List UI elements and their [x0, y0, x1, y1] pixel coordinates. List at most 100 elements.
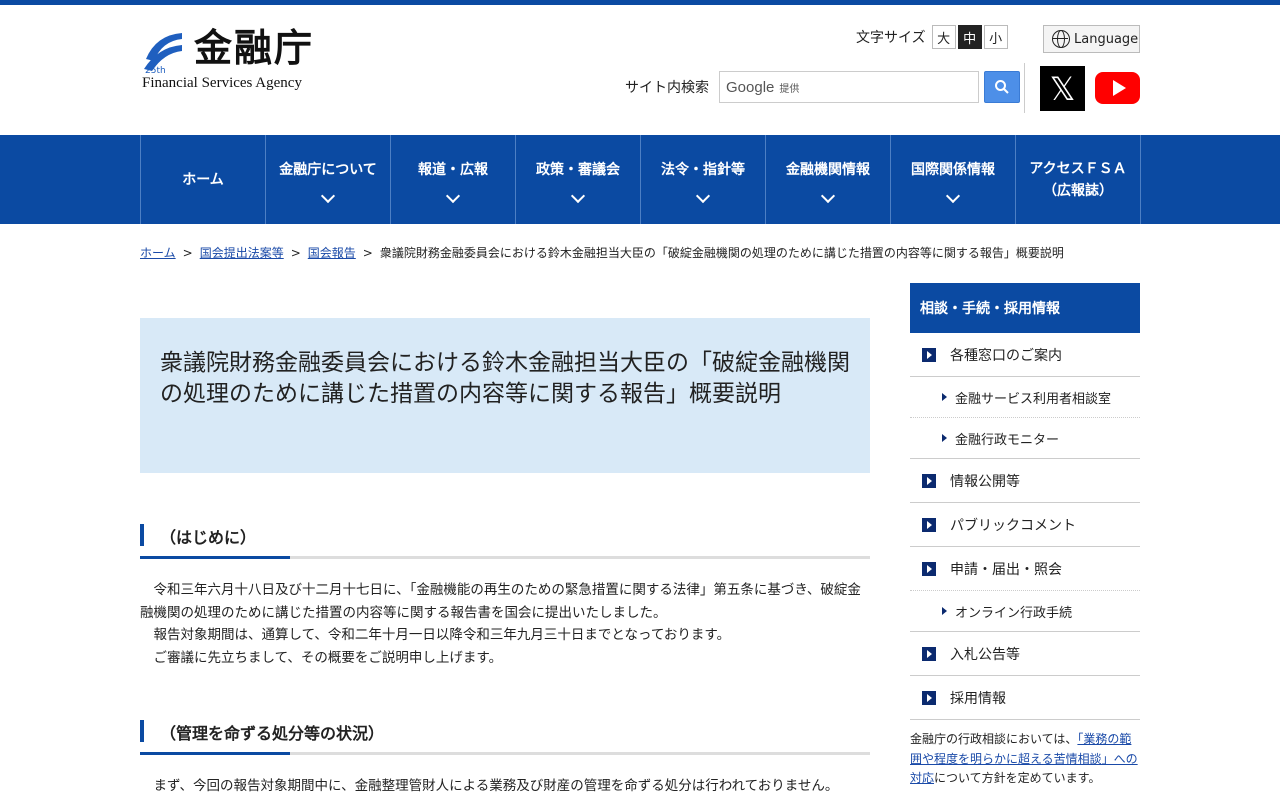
- language-button[interactable]: Language: [1043, 25, 1140, 53]
- triangle-right-icon: [942, 434, 947, 442]
- arrow-square-icon: [922, 473, 936, 488]
- nav-label: 金融機関情報: [786, 161, 870, 178]
- sidebar-note-prefix: 金融庁の行政相談においては、: [910, 732, 1078, 746]
- search-input[interactable]: Google 提供: [719, 71, 979, 103]
- paragraph: ご審議に先立ちまして、その概要をご説明申し上げます。: [153, 649, 503, 666]
- sidebar-note-suffix: について方針を定めています。: [934, 771, 1101, 785]
- globe-icon: [1052, 30, 1070, 48]
- breadcrumb-link-home[interactable]: ホーム: [140, 246, 176, 260]
- sidebar-item-recruit[interactable]: 採用情報: [910, 676, 1140, 720]
- sidebar-item-label: 採用情報: [950, 690, 1006, 707]
- sidebar-item-label: 各種窓口のご案内: [950, 347, 1062, 364]
- breadcrumb: ホーム > 国会提出法案等 > 国会報告 > 衆議院財務金融委員会における鈴木金融担当大臣の…: [140, 244, 1064, 261]
- site-search: サイト内検索 Google 提供: [625, 71, 1020, 103]
- section-heading: （管理を命ずる処分等の状況）: [140, 717, 870, 755]
- nav-label: 報道・広報: [418, 161, 488, 178]
- sidebar-item-label: 入札公告等: [950, 646, 1020, 663]
- chevron-down-icon: [695, 188, 711, 203]
- section-heading: （はじめに）: [140, 521, 870, 559]
- breadcrumb-current: 衆議院財務金融委員会における鈴木金融担当大臣の「破綻金融機関の処理のために講じた…: [379, 246, 1064, 260]
- heading-underline: [140, 556, 870, 559]
- search-provider-suffix: 提供: [779, 83, 800, 95]
- nav-label: 金融庁について: [279, 161, 377, 178]
- sidebar-note: 金融庁の行政相談においては、「業務の範囲や程度を明らかに超える苦情相談」への対応…: [910, 730, 1140, 789]
- sidebar-item-label: 申請・届出・照会: [950, 561, 1062, 578]
- nav-item-about[interactable]: 金融庁について: [266, 135, 391, 224]
- nav-item-international[interactable]: 国際関係情報: [891, 135, 1016, 224]
- breadcrumb-link-reports[interactable]: 国会報告: [308, 246, 356, 260]
- sidebar-item-disclosure[interactable]: 情報公開等: [910, 459, 1140, 503]
- page-title: 衆議院財務金融委員会における鈴木金融担当大臣の「破綻金融機関の処理のために講じた…: [160, 350, 850, 407]
- section-body: まず、今回の報告対象期間中に、金融整理管財人による業務及び財産の管理を命ずる処分…: [140, 775, 870, 798]
- section-body: 令和三年六月十八日及び十二月十七日に、「金融機能の再生のための緊急措置に関する法…: [140, 579, 870, 669]
- search-button[interactable]: [984, 71, 1020, 103]
- breadcrumb-separator: >: [362, 246, 373, 260]
- nav-item-access-fsa[interactable]: アクセスＦＳＡ （広報誌）: [1016, 135, 1141, 224]
- section-heading-text: （はじめに）: [160, 528, 257, 547]
- nav-label: ホーム: [182, 171, 224, 188]
- fsa-emblem-icon: 25th: [144, 33, 182, 73]
- x-twitter-icon[interactable]: 𝕏: [1040, 66, 1085, 111]
- search-label: サイト内検索: [625, 80, 709, 96]
- paragraph: 令和三年六月十八日及び十二月十七日に、「金融機能の再生のための緊急措置に関する法…: [140, 582, 861, 621]
- logo-english-text: Financial Services Agency: [142, 75, 302, 91]
- chevron-down-icon: [445, 188, 461, 203]
- sidebar-subitem-monitor[interactable]: 金融行政モニター: [910, 418, 1140, 459]
- paragraph: 報告対象期間は、通算して、令和二年十月一日以降令和三年九月三十日までとなっており…: [153, 627, 731, 643]
- nav-label: 法令・指針等: [661, 161, 745, 178]
- triangle-right-icon: [942, 393, 947, 401]
- heading-accent-bar: [140, 720, 144, 742]
- nav-item-institutions[interactable]: 金融機関情報: [766, 135, 891, 224]
- language-label: Language: [1074, 31, 1139, 47]
- triangle-right-icon: [942, 607, 947, 615]
- header-divider: [1024, 63, 1025, 113]
- font-size-switcher: 文字サイズ 大 中 小: [856, 25, 1008, 49]
- sidebar-subitem-consultation[interactable]: 金融サービス利用者相談室: [910, 377, 1140, 418]
- font-size-small-button[interactable]: 小: [983, 25, 1008, 49]
- sidebar-item-applications[interactable]: 申請・届出・照会: [910, 547, 1140, 591]
- nav-item-press[interactable]: 報道・広報: [391, 135, 516, 224]
- search-provider-google: Google: [726, 78, 775, 96]
- arrow-square-icon: [922, 646, 936, 661]
- sidebar-subitem-label: 金融行政モニター: [955, 432, 1060, 448]
- breadcrumb-separator: >: [290, 246, 301, 260]
- sidebar-item-label: パブリックコメント: [950, 517, 1076, 534]
- youtube-icon[interactable]: [1095, 72, 1140, 104]
- nav-label: 国際関係情報: [911, 161, 995, 178]
- nav-label: 政策・審議会: [536, 161, 620, 178]
- section-heading-text: （管理を命ずる処分等の状況）: [160, 724, 385, 743]
- sidebar-item-label: 情報公開等: [950, 473, 1020, 490]
- paragraph: まず、今回の報告対象期間中に、金融整理管財人による業務及び財産の管理を命ずる処分…: [153, 778, 839, 794]
- logo-japanese-text: 金融庁: [194, 25, 315, 70]
- page-title-box: 衆議院財務金融委員会における鈴木金融担当大臣の「破綻金融機関の処理のために講じた…: [140, 318, 870, 473]
- arrow-square-icon: [922, 517, 936, 532]
- breadcrumb-link-bills[interactable]: 国会提出法案等: [200, 246, 284, 260]
- breadcrumb-separator: >: [182, 246, 193, 260]
- sidebar-heading: 相談・手続・採用情報: [910, 283, 1140, 333]
- nav-item-laws[interactable]: 法令・指針等: [641, 135, 766, 224]
- nav-label: アクセスＦＳＡ （広報誌）: [1029, 160, 1127, 199]
- sidebar-subitem-label: 金融サービス利用者相談室: [955, 391, 1112, 407]
- sidebar-item-windows[interactable]: 各種窓口のご案内: [910, 333, 1140, 377]
- chevron-down-icon: [320, 188, 336, 203]
- arrow-square-icon: [922, 690, 936, 705]
- chevron-down-icon: [945, 188, 961, 203]
- sidebar-item-tenders[interactable]: 入札公告等: [910, 632, 1140, 676]
- nav-item-home[interactable]: ホーム: [141, 135, 266, 224]
- site-header: 25th 金融庁 Financial Services Agency 文字サイズ…: [0, 5, 1280, 135]
- chevron-down-icon: [570, 188, 586, 203]
- font-size-label: 文字サイズ: [856, 30, 926, 46]
- arrow-square-icon: [922, 347, 936, 362]
- sidebar: 相談・手続・採用情報 各種窓口のご案内 金融サービス利用者相談室 金融行政モニタ…: [910, 283, 1140, 789]
- search-icon: [995, 80, 1009, 94]
- fsa-logo[interactable]: 25th 金融庁 Financial Services Agency: [142, 25, 342, 97]
- font-size-large-button[interactable]: 大: [931, 25, 956, 49]
- sidebar-item-public-comment[interactable]: パブリックコメント: [910, 503, 1140, 547]
- main-content: 衆議院財務金融委員会における鈴木金融担当大臣の「破綻金融機関の処理のために講じた…: [140, 318, 870, 798]
- sidebar-subitem-online[interactable]: オンライン行政手続: [910, 591, 1140, 632]
- chevron-down-icon: [820, 188, 836, 203]
- nav-item-policy[interactable]: 政策・審議会: [516, 135, 641, 224]
- font-size-medium-button[interactable]: 中: [957, 25, 982, 49]
- sidebar-subitem-label: オンライン行政手続: [955, 605, 1073, 621]
- arrow-square-icon: [922, 561, 936, 576]
